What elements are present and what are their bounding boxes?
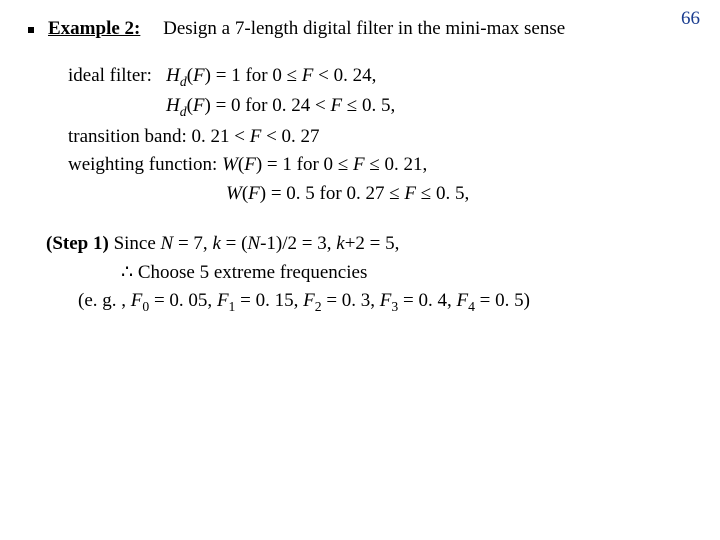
text: = 0. 3, — [322, 290, 380, 311]
step-1-line-1: (Step 1) Since N = 7, k = (N-1)/2 = 3, k… — [46, 230, 692, 259]
eq-text: 0. 21, — [380, 154, 428, 175]
text: (e. g. , — [78, 290, 131, 311]
ideal-line-2: Hd(F) = 0 for 0. 24 < F ≤ 0. 5, — [68, 92, 692, 122]
f-var: F — [217, 290, 229, 311]
w-symbol: W — [226, 183, 242, 204]
f-var: F — [303, 290, 315, 311]
f-var: F — [244, 154, 256, 175]
example-heading: Example 2: Design a 7-length digital fil… — [28, 18, 692, 40]
eq-text: 0. 5, — [357, 95, 395, 116]
n-var: N — [161, 233, 174, 254]
f-var: F — [297, 65, 313, 86]
example-line: Example 2: Design a 7-length digital fil… — [48, 18, 565, 40]
slide-content: Example 2: Design a 7-length digital fil… — [0, 0, 720, 317]
transition-band-line: transition band: 0. 21 < F < 0. 27 — [68, 123, 692, 152]
h-symbol: H — [166, 95, 180, 116]
eq-text: ) = 1 for 0 — [205, 65, 287, 86]
tb-tail: < 0. 27 — [261, 126, 319, 147]
eq-text: ) = 0 for 0. 24 < — [205, 95, 331, 116]
weighting-line-2: W(F) = 0. 5 for 0. 27 ≤ F ≤ 0. 5, — [68, 180, 692, 209]
step-1-line-3: (e. g. , F0 = 0. 05, F1 = 0. 15, F2 = 0.… — [46, 287, 692, 317]
f-var: F — [330, 95, 342, 116]
k-var: k — [212, 233, 220, 254]
text: = 7, — [173, 233, 212, 254]
h-symbol: H — [166, 65, 180, 86]
d-subscript: d — [180, 104, 187, 119]
eq-text: ) = 0. 5 for 0. 27 — [260, 183, 389, 204]
f-var: F — [193, 95, 205, 116]
text: = ( — [221, 233, 248, 254]
sub-2: 2 — [315, 299, 322, 314]
sub-4: 4 — [468, 299, 475, 314]
text: = 0. 5) — [475, 290, 530, 311]
ideal-label: ideal filter: — [68, 65, 152, 86]
eq-text: < 0. 24, — [313, 65, 376, 86]
page-number: 66 — [681, 8, 700, 30]
eq-text: 0. 5, — [431, 183, 469, 204]
text: Since — [109, 233, 161, 254]
le-symbol: ≤ — [338, 154, 348, 175]
weighting-line-1: weighting function: W(F) = 1 for 0 ≤ F ≤… — [68, 151, 692, 180]
text: +2 = 5, — [345, 233, 400, 254]
step-label: (Step 1) — [46, 233, 109, 254]
f-var: F — [456, 290, 468, 311]
w-symbol: W — [222, 154, 238, 175]
spec-block: ideal filter: Hd(F) = 1 for 0 ≤ F < 0. 2… — [68, 62, 692, 208]
bullet-icon — [28, 27, 34, 33]
text: = 0. 4, — [398, 290, 456, 311]
f-var: F — [250, 126, 262, 147]
wf-label: weighting function: — [68, 154, 222, 175]
therefore-symbol: ∴ — [121, 262, 133, 283]
f-var: F — [248, 183, 260, 204]
step-1-line-2: ∴ Choose 5 extreme frequencies — [46, 259, 692, 288]
d-subscript: d — [180, 74, 187, 89]
example-label: Example 2: — [48, 18, 140, 39]
tb-label: transition band: 0. 21 < — [68, 126, 250, 147]
ideal-line-1: ideal filter: Hd(F) = 1 for 0 ≤ F < 0. 2… — [68, 62, 692, 92]
eq-text: ) = 1 for 0 — [256, 154, 338, 175]
step-1-block: (Step 1) Since N = 7, k = (N-1)/2 = 3, k… — [46, 230, 692, 317]
le-symbol: ≤ — [287, 65, 297, 86]
f-var: F — [353, 154, 365, 175]
f-var: F — [193, 65, 205, 86]
example-title: Design a 7-length digital filter in the … — [163, 18, 565, 39]
f-var: F — [131, 290, 143, 311]
le-symbol: ≤ — [369, 154, 379, 175]
text: = 0. 05, — [149, 290, 217, 311]
text: -1)/2 = 3, — [260, 233, 336, 254]
k-var: k — [336, 233, 344, 254]
text: = 0. 15, — [235, 290, 303, 311]
text: Choose 5 extreme frequencies — [133, 262, 367, 283]
f-var: F — [404, 183, 416, 204]
le-symbol: ≤ — [389, 183, 399, 204]
le-symbol: ≤ — [421, 183, 431, 204]
n-var: N — [247, 233, 260, 254]
f-var: F — [380, 290, 392, 311]
le-symbol: ≤ — [347, 95, 357, 116]
